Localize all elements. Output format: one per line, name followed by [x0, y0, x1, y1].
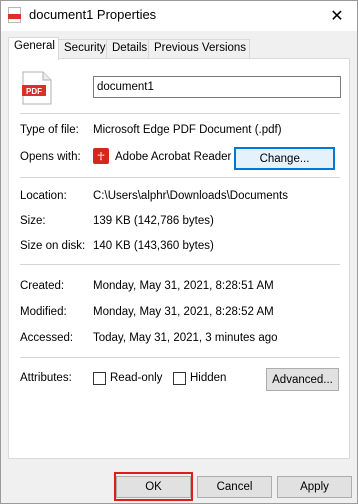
modified-value: Monday, May 31, 2021, 8:28:52 AM [93, 306, 274, 318]
close-button[interactable]: ✕ [317, 1, 357, 31]
opens-with-label: Opens with: [20, 151, 81, 163]
size-on-disk-value: 140 KB (143,360 bytes) [93, 240, 214, 252]
tab-security[interactable]: Security [58, 39, 107, 59]
separator [20, 264, 340, 265]
location-value: C:\Users\alphr\Downloads\Documents [93, 190, 288, 202]
created-value: Monday, May 31, 2021, 8:28:51 AM [93, 280, 274, 292]
size-on-disk-label: Size on disk: [20, 240, 86, 252]
separator [20, 113, 340, 114]
pdf-document-icon: PDF [22, 71, 52, 105]
tab-general[interactable]: General [8, 37, 59, 60]
general-panel: PDF Type of file: Microsoft Edge PDF Doc… [8, 58, 350, 459]
read-only-label: Read-only [110, 372, 163, 384]
size-label: Size: [20, 215, 46, 227]
advanced-button[interactable]: Advanced... [266, 368, 339, 391]
window-title: document1 Properties [29, 7, 157, 22]
hidden-checkbox[interactable] [173, 372, 186, 385]
tab-previous-versions[interactable]: Previous Versions [148, 39, 250, 59]
cancel-button[interactable]: Cancel [197, 476, 272, 498]
apply-button[interactable]: Apply [277, 476, 352, 498]
type-label: Type of file: [20, 124, 79, 136]
properties-dialog: document1 Properties ✕ General Security … [0, 0, 358, 504]
pdf-icon-label: PDF [26, 87, 42, 96]
modified-label: Modified: [20, 306, 67, 318]
change-button[interactable]: Change... [234, 147, 335, 170]
created-label: Created: [20, 280, 65, 292]
read-only-checkbox[interactable] [93, 372, 106, 385]
attributes-label: Attributes: [20, 372, 72, 384]
tab-details[interactable]: Details [106, 39, 149, 59]
size-value: 139 KB (142,786 bytes) [93, 215, 214, 227]
accessed-label: Accessed: [20, 332, 74, 344]
hidden-label: Hidden [190, 372, 227, 384]
separator [20, 177, 340, 178]
acrobat-icon: ☥ [93, 148, 109, 164]
pdf-file-icon [8, 7, 21, 23]
type-value: Microsoft Edge PDF Document (.pdf) [93, 124, 282, 136]
opens-with-value: Adobe Acrobat Reader [115, 151, 232, 163]
accessed-value: Today, May 31, 2021, 3 minutes ago [93, 332, 278, 344]
title-bar: document1 Properties ✕ [1, 1, 357, 31]
ok-button[interactable]: OK [116, 476, 191, 498]
location-label: Location: [20, 190, 67, 202]
file-name-field[interactable] [93, 76, 341, 98]
separator [20, 357, 340, 358]
